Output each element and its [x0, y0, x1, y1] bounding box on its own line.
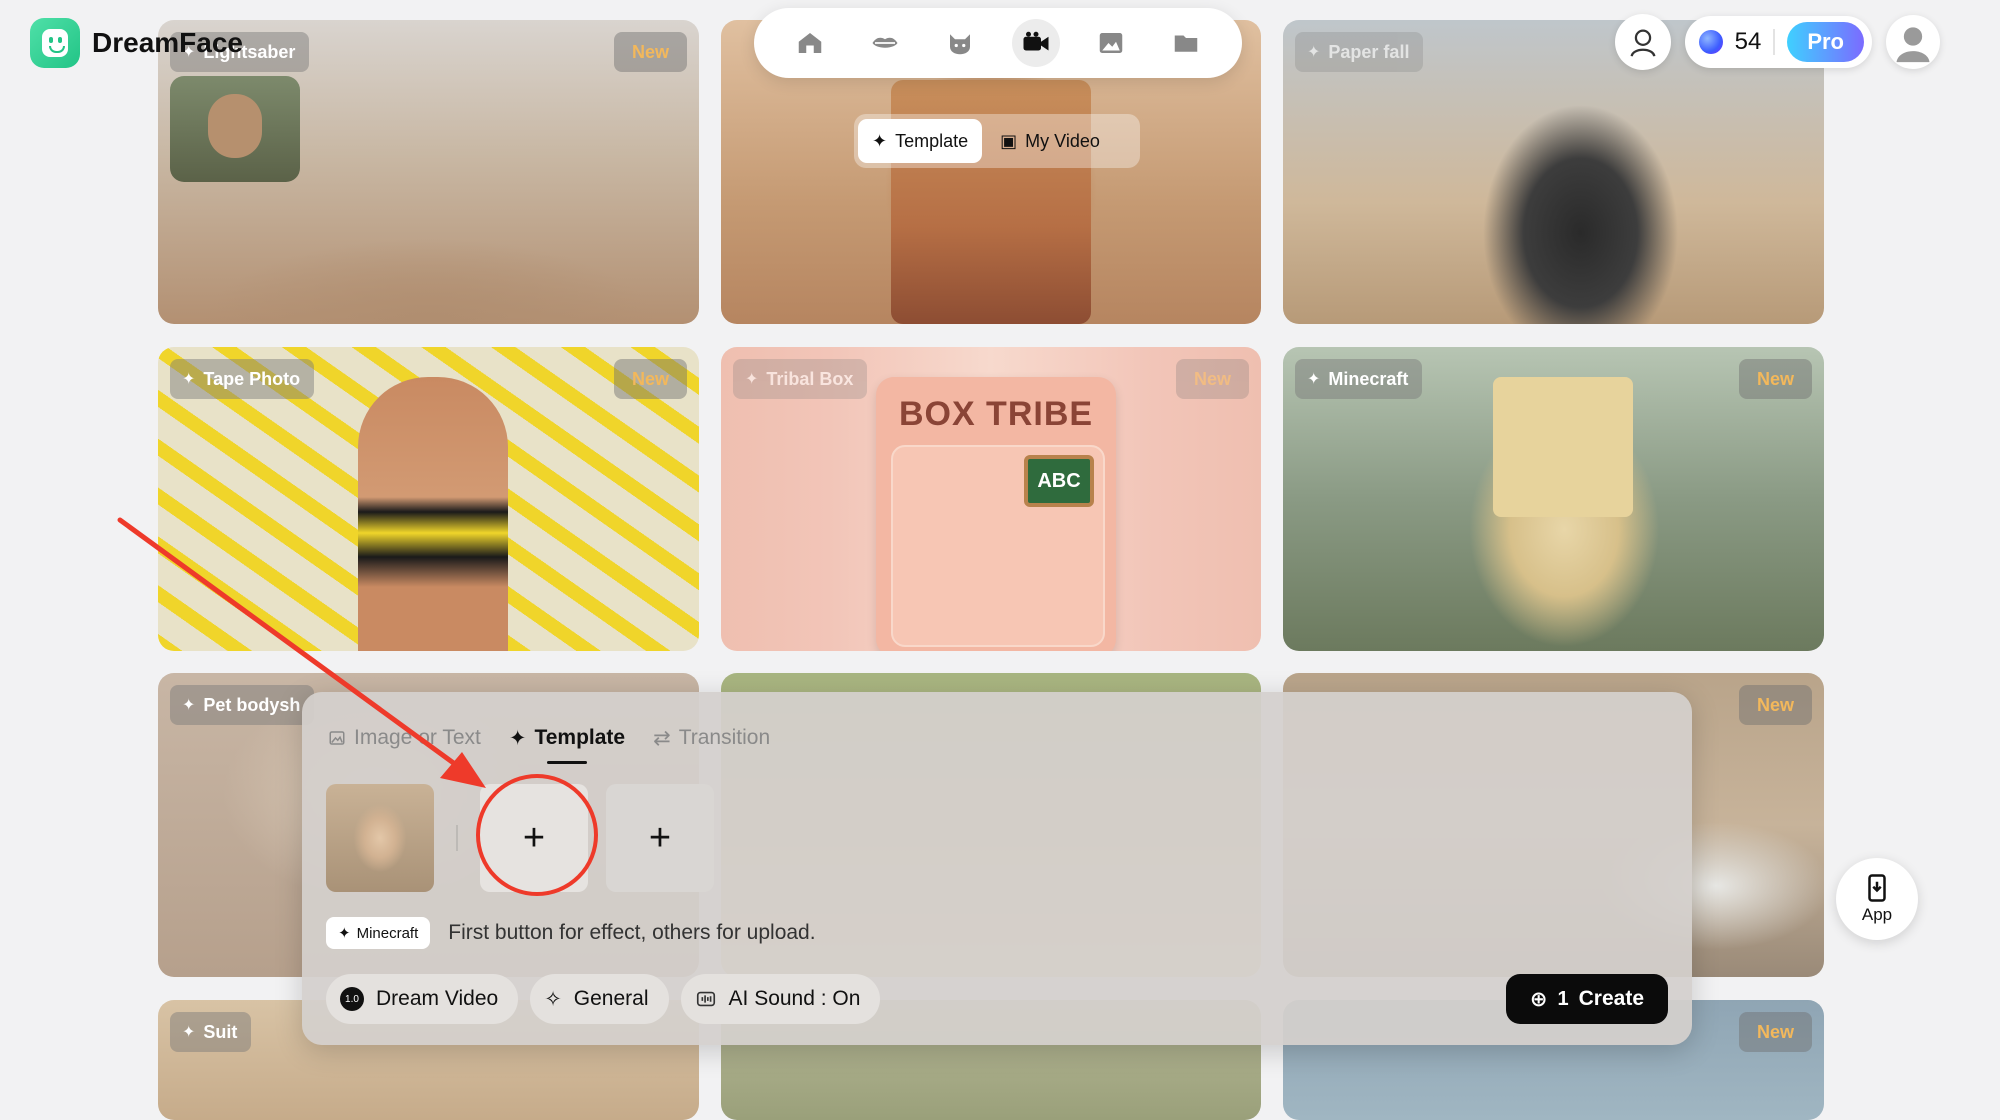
card-face-thumbnail	[170, 76, 300, 182]
style-select-button[interactable]: ✧ General	[530, 974, 669, 1024]
image-icon	[329, 731, 345, 745]
tab-transition[interactable]: ⇄ Transition	[653, 718, 770, 758]
box-art-title: BOX TRIBE	[898, 395, 1094, 433]
top-navigation	[754, 8, 1242, 78]
sparkle-icon: ✦	[1307, 371, 1321, 388]
create-video-panel: Image or Text ✦ Template ⇄ Transition + …	[302, 692, 1692, 1045]
template-toggle-button[interactable]: ✦ Template	[858, 119, 983, 163]
template-card-tribal-box[interactable]: BOX TRIBE ABC ✦ Tribal Box New	[721, 347, 1261, 651]
create-button[interactable]: ⊕ 1 Create	[1505, 974, 1668, 1024]
abc-board-icon: ABC	[1024, 455, 1094, 507]
magic-wand-icon: ✧	[544, 987, 562, 1011]
card-label: ✦ Paper fall	[1295, 32, 1424, 72]
nav-folder-icon[interactable]	[1162, 19, 1210, 67]
brand-name: DreamFace	[92, 27, 243, 58]
card-label: ✦ Tribal Box	[733, 359, 868, 399]
phone-download-icon	[1868, 874, 1886, 902]
template-card-tape-photo[interactable]: ✦ Tape Photo New	[158, 347, 699, 651]
box-package-art: BOX TRIBE ABC	[876, 377, 1116, 651]
create-cost: 1	[1557, 987, 1569, 1010]
sparkle-icon: ✦	[182, 697, 196, 714]
nav-video-camera-icon[interactable]	[1011, 19, 1060, 67]
new-badge: New	[613, 32, 687, 72]
nav-lips-icon[interactable]	[861, 19, 909, 67]
blocky-head-art	[1493, 377, 1633, 517]
model-version-badge: 1.0	[340, 987, 364, 1011]
sparkle-icon: ✦	[1307, 44, 1321, 61]
image-upload-button[interactable]: +	[606, 784, 714, 892]
credits-count: 54	[1734, 28, 1762, 55]
tab-image-or-text[interactable]: Image or Text	[328, 718, 481, 758]
sparkle-icon: ✦	[338, 925, 351, 942]
sparkle-icon: ✦	[182, 1024, 196, 1041]
nav-cat-icon[interactable]	[936, 19, 984, 67]
face-swap-avatar-icon[interactable]	[1614, 14, 1671, 70]
app-download-button[interactable]: App	[1836, 858, 1918, 940]
user-icon	[1896, 27, 1930, 63]
template-card-minecraft[interactable]: ✦ Minecraft New	[1283, 347, 1824, 651]
sparkle-icon: ✦	[872, 130, 888, 151]
sparkle-icon: ✦	[508, 726, 527, 750]
new-badge: New	[1738, 359, 1812, 399]
new-badge: New	[613, 359, 687, 399]
ai-sound-toggle[interactable]: AI Sound : On	[680, 974, 881, 1024]
divider	[456, 825, 458, 851]
template-chip[interactable]: ✦ Minecraft	[326, 917, 431, 949]
template-preview-thumbnail[interactable]	[326, 784, 434, 892]
hint-row: ✦ Minecraft First button for effect, oth…	[326, 917, 816, 949]
options-row: 1.0 Dream Video ✧ General AI Sound : On	[326, 974, 881, 1024]
new-badge: New	[1738, 685, 1812, 725]
video-source-toggle: ✦ Template ▣ My Video	[854, 114, 1140, 168]
model-select-button[interactable]: 1.0 Dream Video	[326, 974, 519, 1024]
nav-image-icon[interactable]	[1087, 19, 1135, 67]
card-label: ✦ Minecraft	[1295, 359, 1423, 399]
tab-template[interactable]: ✦ Template	[508, 718, 625, 764]
dreamface-logo-icon	[30, 18, 80, 68]
pro-button[interactable]: Pro	[1787, 22, 1864, 62]
card-label: ✦ Suit	[170, 1012, 252, 1052]
upload-hint-text: First button for effect, others for uplo…	[448, 921, 816, 944]
my-video-toggle-button[interactable]: ▣ My Video	[986, 119, 1114, 163]
sparkle-icon: ✦	[182, 371, 196, 388]
nav-home-icon[interactable]	[786, 19, 834, 67]
card-person-art	[358, 377, 508, 651]
highlight-circle-annotation	[476, 774, 598, 896]
sound-wave-icon	[696, 991, 715, 1007]
card-label: ✦ Pet bodysh	[170, 685, 315, 725]
panel-tabs: Image or Text ✦ Template ⇄ Transition	[328, 718, 770, 764]
swap-arrows-icon: ⇄	[653, 726, 671, 750]
user-avatar[interactable]	[1886, 15, 1940, 69]
credits-pill[interactable]: 54 Pro	[1684, 16, 1872, 68]
new-badge: New	[1175, 359, 1249, 399]
credit-plus-icon: ⊕	[1529, 987, 1548, 1011]
top-right-controls: 54 Pro	[1614, 14, 1940, 70]
brand-logo[interactable]: DreamFace	[30, 18, 243, 68]
new-badge: New	[1738, 1012, 1812, 1052]
video-file-icon: ▣	[1000, 130, 1018, 151]
sparkle-icon: ✦	[745, 371, 759, 388]
credit-coin-icon	[1698, 30, 1723, 54]
card-label: ✦ Tape Photo	[170, 359, 315, 399]
